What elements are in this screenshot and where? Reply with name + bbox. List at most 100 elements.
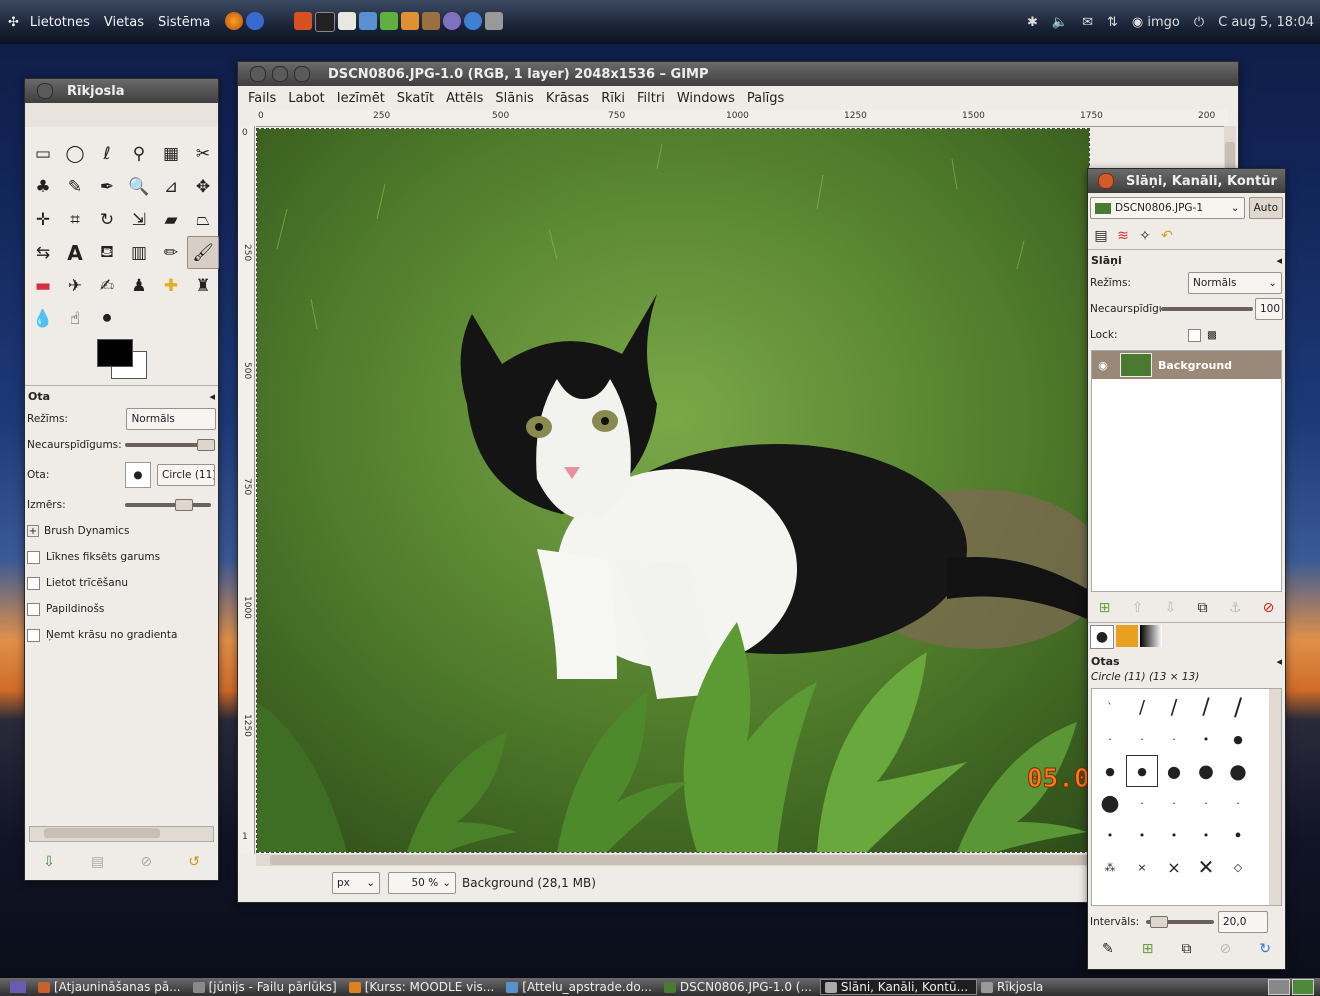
move-icon[interactable]: ✥ [187,170,219,203]
brush-item[interactable]: ˋ [1094,691,1126,723]
option-incremental[interactable]: Papildinošs [25,596,218,622]
raise-layer-icon[interactable]: ⇧ [1132,600,1144,616]
task-toolbox[interactable]: Rīkjosla [977,980,1051,994]
eye-icon[interactable]: ◉ [1092,359,1114,372]
network-icon[interactable] [464,12,483,30]
menu-sistema[interactable]: Sistēma [151,15,217,30]
user-menu[interactable]: ◉ imgo [1132,15,1180,30]
horizontal-ruler[interactable]: 0 250 500 750 1000 1250 1500 1750 200 [256,110,1228,127]
help-icon[interactable] [246,12,265,30]
brush-item[interactable]: / [1126,691,1158,723]
brush-item[interactable]: ● [1158,755,1190,787]
task-update-manager[interactable]: [Atjaunināšanas pā... [34,980,189,994]
flip-icon[interactable]: ⇆ [27,236,59,269]
menu-paligs[interactable]: Palīgs [741,91,790,106]
dodge-burn-icon[interactable]: ⚫ [91,302,123,335]
show-desktop-icon[interactable] [10,981,26,993]
refresh-brushes-icon[interactable]: ↻ [1259,941,1271,957]
brush-item[interactable]: · [1158,723,1190,755]
brush-item[interactable]: · [1126,787,1158,819]
delete-brush-icon[interactable]: ⊘ [1219,941,1231,957]
menu-riki[interactable]: Rīki [595,91,631,106]
clock[interactable]: C aug 5, 18:04 [1218,15,1314,30]
brush-item[interactable]: / [1158,691,1190,723]
clone-icon[interactable]: ♟ [123,269,155,302]
menu-krasas[interactable]: Krāsas [540,91,595,106]
color-select-icon[interactable]: ▦ [155,137,187,170]
menu-filtri[interactable]: Filtri [631,91,671,106]
menu-slanis[interactable]: Slānis [489,91,539,106]
crop-icon[interactable]: ⌗ [59,203,91,236]
dock-titlebar[interactable]: Slāņi, Kanāli, Kontūr [1088,169,1285,193]
tab-channels-icon[interactable]: ≋ [1112,225,1134,247]
spacing-slider[interactable] [1146,916,1214,928]
menu-labot[interactable]: Labot [282,91,331,106]
image-canvas[interactable]: 05.0 [256,128,1090,853]
tab-paths-icon[interactable]: ✧ [1134,225,1156,247]
duplicate-layer-icon[interactable]: ⧉ [1198,600,1208,616]
delete-options-icon[interactable]: ⊘ [140,854,152,870]
pidgin-icon[interactable] [443,12,462,30]
option-jitter[interactable]: Lietot trīcēšanu [25,570,218,596]
lower-layer-icon[interactable]: ⇩ [1165,600,1177,616]
calculator-icon[interactable] [485,12,504,30]
foreground-select-icon[interactable]: ♣ [27,170,59,203]
shear-icon[interactable]: ▰ [155,203,187,236]
checkbox[interactable] [27,550,40,564]
files-icon[interactable] [294,12,313,30]
brush-preview[interactable]: ● [125,462,151,488]
alpha-lock-icon[interactable]: ▩ [1207,329,1217,341]
reset-options-icon[interactable]: ↺ [188,854,200,870]
vertical-ruler[interactable]: 0 250 500 750 1000 1250 1 [238,126,255,854]
delete-layer-icon[interactable]: ⊘ [1263,600,1275,616]
auto-button[interactable]: Auto [1248,197,1283,219]
power-icon[interactable]: ⏻ [1194,15,1204,30]
brush-item[interactable]: ● [1222,723,1254,755]
brush-scrollbar[interactable] [1269,689,1281,905]
fuzzy-select-icon[interactable]: ⚲ [123,137,155,170]
blend-icon[interactable]: ▥ [123,236,155,269]
brush-item[interactable]: · [1190,787,1222,819]
unit-select[interactable]: px ⌄ [332,872,380,894]
perspective-icon[interactable]: ⏢ [187,203,219,236]
new-layer-icon[interactable]: ⊞ [1099,600,1111,616]
menu-lietotnes[interactable]: Lietotnes [23,15,97,30]
brush-item[interactable]: · [1094,723,1126,755]
tab-gradients-icon[interactable] [1140,625,1162,647]
spacing-value[interactable]: 20,0 [1218,911,1268,933]
heal-icon[interactable]: ✚ [155,269,187,302]
checkbox[interactable] [27,576,40,590]
workspace-switcher[interactable] [1268,979,1314,995]
task-writer[interactable]: [Attelu_apstrade.do... [502,980,660,994]
close-icon[interactable] [1098,173,1114,189]
brush-item[interactable]: ● [1094,787,1126,819]
checkbox[interactable] [27,602,40,616]
pencil-icon[interactable]: ✏ [155,236,187,269]
brush-item[interactable]: • [1190,723,1222,755]
brush-item[interactable]: × [1158,851,1190,883]
firefox-icon[interactable] [225,12,244,30]
mail-icon[interactable]: ✉ [1082,15,1093,30]
image-select[interactable]: DSCN0806.JPG-1 ⌄ [1090,197,1245,219]
blur-icon[interactable]: 💧 [27,302,59,335]
measure-icon[interactable]: ⊿ [155,170,187,203]
impress-icon[interactable] [401,12,420,30]
brush-item[interactable]: ● [1222,755,1254,787]
brush-item[interactable]: · [1222,787,1254,819]
lock-checkbox[interactable] [1188,328,1201,342]
layer-opacity-slider[interactable] [1160,307,1253,311]
scissors-icon[interactable]: ✂ [187,137,219,170]
ellipse-select-icon[interactable]: ◯ [59,137,91,170]
close-icon[interactable] [37,83,53,99]
restore-options-icon[interactable]: ▤ [91,854,104,870]
layer-opacity-value[interactable]: 100 [1255,298,1283,320]
option-gradient-color[interactable]: Ņemt krāsu no gradienta [25,622,218,648]
brush-item[interactable]: ⦁ [1222,819,1254,851]
toolbox-titlebar[interactable]: Rīkjosla [25,79,218,103]
brush-dynamics-expander[interactable]: + Brush Dynamics [25,518,218,544]
zoom-select[interactable]: 50 % ⌄ [388,872,456,894]
network-status-icon[interactable]: ⇅ [1107,15,1118,30]
paintbrush-icon[interactable]: 🖌 [187,236,219,269]
brush-item[interactable]: · [1158,787,1190,819]
brush-item[interactable]: ● [1190,755,1222,787]
